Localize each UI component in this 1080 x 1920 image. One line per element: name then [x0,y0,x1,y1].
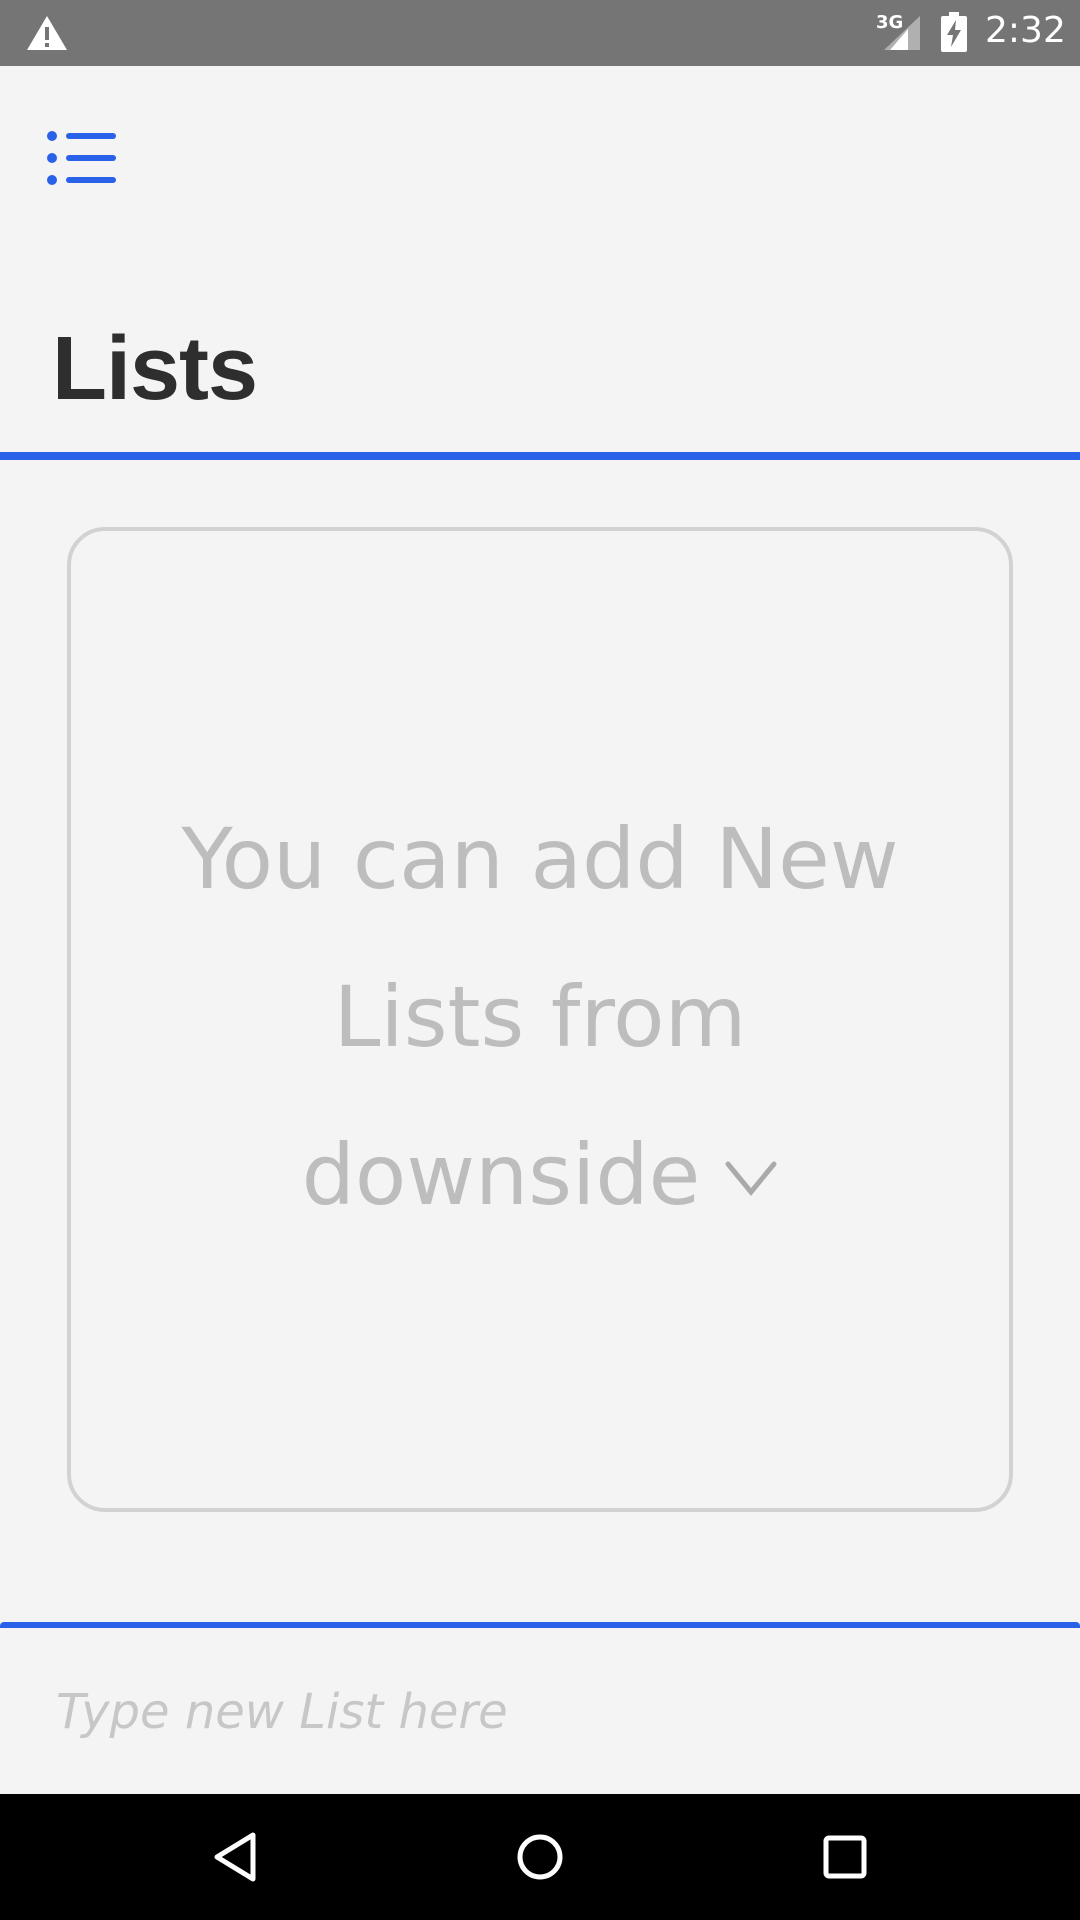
new-list-input[interactable] [56,1670,1036,1754]
home-icon[interactable] [510,1827,570,1887]
recent-apps-icon[interactable] [815,1827,875,1887]
signal-icon [884,16,920,50]
empty-state-line-1: You can add New [181,810,899,908]
status-bar: 3G 2:32 [0,0,1080,66]
empty-state-line-3: downside [301,1126,701,1224]
battery-charging-icon [941,12,967,52]
warning-icon [27,16,67,50]
empty-state-line-3-row: downside [90,1096,990,1254]
clock: 2:32 [985,10,1066,51]
page-title: Lists [52,319,258,419]
navigation-bar [0,1794,1080,1920]
menu-button[interactable] [40,125,124,191]
chevron-down-icon [725,1161,777,1196]
list-menu-icon [47,131,116,185]
title-divider [0,452,1080,460]
back-icon[interactable] [205,1827,265,1887]
empty-state-line-2: Lists from [333,968,747,1066]
empty-state-message: You can add New Lists from downside [90,780,990,1254]
